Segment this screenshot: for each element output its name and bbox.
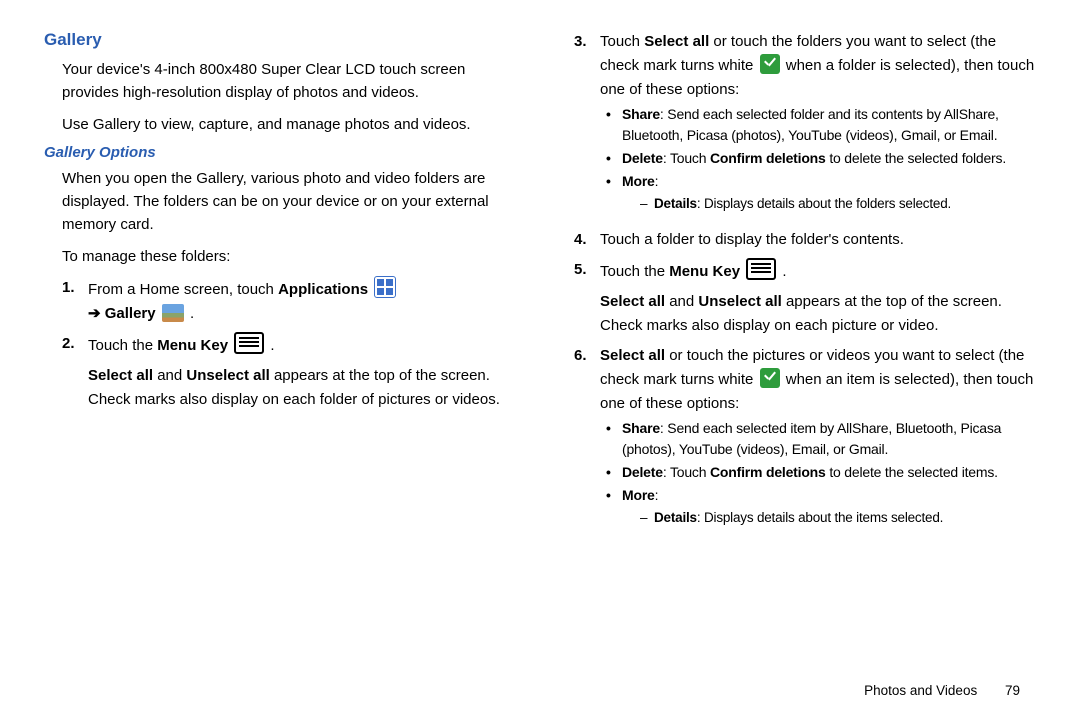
delete-end: to delete the selected items. <box>826 464 998 480</box>
checkmark-icon <box>760 368 780 388</box>
gallery-options-intro: When you open the Gallery, various photo… <box>62 167 524 237</box>
page-number: 79 <box>1005 683 1020 698</box>
dash-details: – Details: Displays details about the fo… <box>640 194 1036 214</box>
step-number: 1. <box>62 276 88 326</box>
page-footer: Photos and Videos 79 <box>864 683 1020 698</box>
share-label: Share <box>622 420 660 436</box>
more-label: More <box>622 173 655 189</box>
share-desc: : Send each selected folder and its cont… <box>622 106 999 143</box>
heading-gallery-options: Gallery Options <box>44 144 524 161</box>
heading-gallery: Gallery <box>44 30 524 50</box>
colon: : <box>655 487 659 503</box>
footer-section-name: Photos and Videos <box>864 683 977 698</box>
menu-key-icon <box>746 258 776 280</box>
step-1: 1. From a Home screen, touch Application… <box>62 276 524 326</box>
step-number: 4. <box>574 228 600 252</box>
unselect-all-label: Unselect all <box>186 367 269 384</box>
period: . <box>778 263 786 280</box>
step-number: 2. <box>62 332 88 412</box>
gallery-icon <box>162 304 184 322</box>
left-column: Gallery Your device's 4-inch 800x480 Sup… <box>44 30 524 541</box>
delete-mid: : Touch <box>663 150 710 166</box>
gallery-options-lead: To manage these folders: <box>62 245 524 268</box>
details-desc: : Displays details about the folders sel… <box>697 196 951 211</box>
step-6: 6. Select all or touch the pictures or v… <box>574 344 1036 536</box>
select-all-label: Select all <box>600 347 665 364</box>
delete-mid: : Touch <box>663 464 710 480</box>
period: . <box>186 305 194 322</box>
more-label: More <box>622 487 655 503</box>
step-5-text-a: Touch the <box>600 263 669 280</box>
dash-details: – Details: Displays details about the it… <box>640 508 1036 528</box>
and-text: and <box>665 293 698 310</box>
details-desc: : Displays details about the items selec… <box>697 510 943 525</box>
details-label: Details <box>654 510 697 525</box>
applications-icon <box>374 276 396 298</box>
share-desc: : Send each selected item by AllShare, B… <box>622 420 1001 457</box>
gallery-label: Gallery <box>105 305 156 322</box>
right-column: 3. Touch Select all or touch the folders… <box>556 30 1036 541</box>
checkmark-icon <box>760 54 780 74</box>
bullet-delete: • Delete: Touch Confirm deletions to del… <box>606 148 1036 169</box>
delete-label: Delete <box>622 464 663 480</box>
bullet-share: • Share: Send each selected item by AllS… <box>606 418 1036 460</box>
bullet-more: • More: – Details: Displays details abou… <box>606 485 1036 532</box>
and-text: and <box>153 367 186 384</box>
bullet-more: • More: – Details: Displays details abou… <box>606 171 1036 218</box>
intro-paragraph-1: Your device's 4-inch 800x480 Super Clear… <box>62 58 524 105</box>
share-label: Share <box>622 106 660 122</box>
applications-label: Applications <box>278 281 368 298</box>
step-3: 3. Touch Select all or touch the folders… <box>574 30 1036 222</box>
confirm-deletions-label: Confirm deletions <box>710 464 826 480</box>
step-4-text: Touch a folder to display the folder's c… <box>600 228 1036 252</box>
bullet-delete: • Delete: Touch Confirm deletions to del… <box>606 462 1036 483</box>
delete-end: to delete the selected folders. <box>826 150 1006 166</box>
arrow-symbol: ➔ <box>88 305 105 322</box>
unselect-all-label: Unselect all <box>698 293 781 310</box>
intro-paragraph-2: Use Gallery to view, capture, and manage… <box>62 113 524 136</box>
select-all-label: Select all <box>88 367 153 384</box>
delete-label: Delete <box>622 150 663 166</box>
confirm-deletions-label: Confirm deletions <box>710 150 826 166</box>
step-1-text-a: From a Home screen, touch <box>88 281 278 298</box>
step-2-text-a: Touch the <box>88 337 157 354</box>
menu-key-label: Menu Key <box>669 263 740 280</box>
menu-key-label: Menu Key <box>157 337 228 354</box>
step-2: 2. Touch the Menu Key . Select all and U… <box>62 332 524 412</box>
menu-key-icon <box>234 332 264 354</box>
step-5: 5. Touch the Menu Key . Select all and U… <box>574 258 1036 338</box>
step-number: 5. <box>574 258 600 338</box>
details-label: Details <box>654 196 697 211</box>
colon: : <box>655 173 659 189</box>
period: . <box>266 337 274 354</box>
step-number: 6. <box>574 344 600 536</box>
bullet-share: • Share: Send each selected folder and i… <box>606 104 1036 146</box>
step-4: 4. Touch a folder to display the folder'… <box>574 228 1036 252</box>
select-all-label: Select all <box>600 293 665 310</box>
select-all-label: Select all <box>644 33 709 50</box>
step-3-text-a: Touch <box>600 33 644 50</box>
step-number: 3. <box>574 30 600 222</box>
